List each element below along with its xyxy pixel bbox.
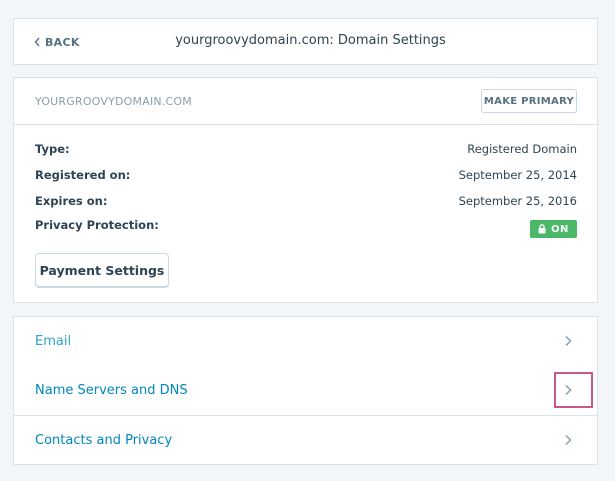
header-card: BACK yourgroovydomain.com: Domain Settin…: [13, 18, 598, 65]
nav-item-contacts-privacy[interactable]: Contacts and Privacy: [14, 416, 597, 465]
domain-card: YOURGROOVYDOMAIN.COM MAKE PRIMARY Type: …: [13, 77, 598, 303]
domain-name: YOURGROOVYDOMAIN.COM: [35, 95, 192, 108]
type-label: Type:: [35, 142, 70, 156]
info-row-privacy: Privacy Protection: ON: [35, 218, 577, 238]
domain-nav-list: Email Name Servers and DNS Contacts and …: [13, 316, 598, 465]
make-primary-button[interactable]: MAKE PRIMARY: [481, 89, 577, 113]
privacy-label: Privacy Protection:: [35, 218, 159, 232]
lock-icon: [538, 224, 546, 234]
chevron-right-icon: [565, 335, 572, 347]
nav-item-label: Contacts and Privacy: [35, 433, 173, 448]
info-row-expires: Expires on: September 25, 2016: [35, 192, 577, 210]
nav-item-label: Name Servers and DNS: [35, 383, 188, 398]
payment-settings-button[interactable]: Payment Settings: [35, 253, 169, 288]
privacy-status-badge[interactable]: ON: [530, 220, 577, 238]
expires-label: Expires on:: [35, 194, 108, 208]
info-row-type: Type: Registered Domain: [35, 140, 577, 158]
page-title: yourgroovydomain.com: Domain Settings: [175, 33, 446, 48]
domain-card-header: YOURGROOVYDOMAIN.COM MAKE PRIMARY: [14, 78, 597, 125]
info-row-registered: Registered on: September 25, 2014: [35, 166, 577, 184]
nav-item-email[interactable]: Email: [14, 317, 597, 366]
registered-value: September 25, 2014: [458, 168, 577, 182]
nav-item-name-servers-dns[interactable]: Name Servers and DNS: [14, 366, 597, 415]
type-value: Registered Domain: [467, 142, 577, 156]
expires-value: September 25, 2016: [458, 194, 577, 208]
chevron-right-icon: [565, 384, 572, 396]
nav-item-label: Email: [35, 334, 72, 349]
privacy-status-label: ON: [551, 223, 569, 235]
registered-label: Registered on:: [35, 168, 131, 182]
chevron-right-icon: [565, 434, 572, 446]
